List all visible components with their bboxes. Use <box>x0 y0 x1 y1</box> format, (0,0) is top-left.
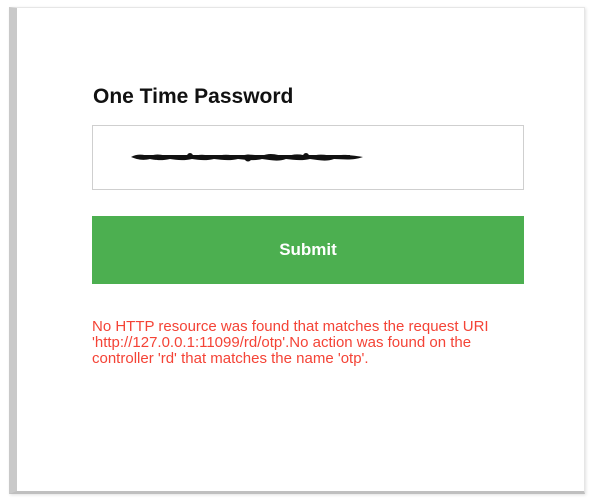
otp-input[interactable] <box>92 125 524 190</box>
page-title: One Time Password <box>93 85 294 108</box>
error-message: No HTTP resource was found that matches … <box>92 318 489 367</box>
submit-button[interactable]: Submit <box>92 216 524 284</box>
browser-viewport: One Time Password Submit No HTTP resourc… <box>0 0 589 503</box>
